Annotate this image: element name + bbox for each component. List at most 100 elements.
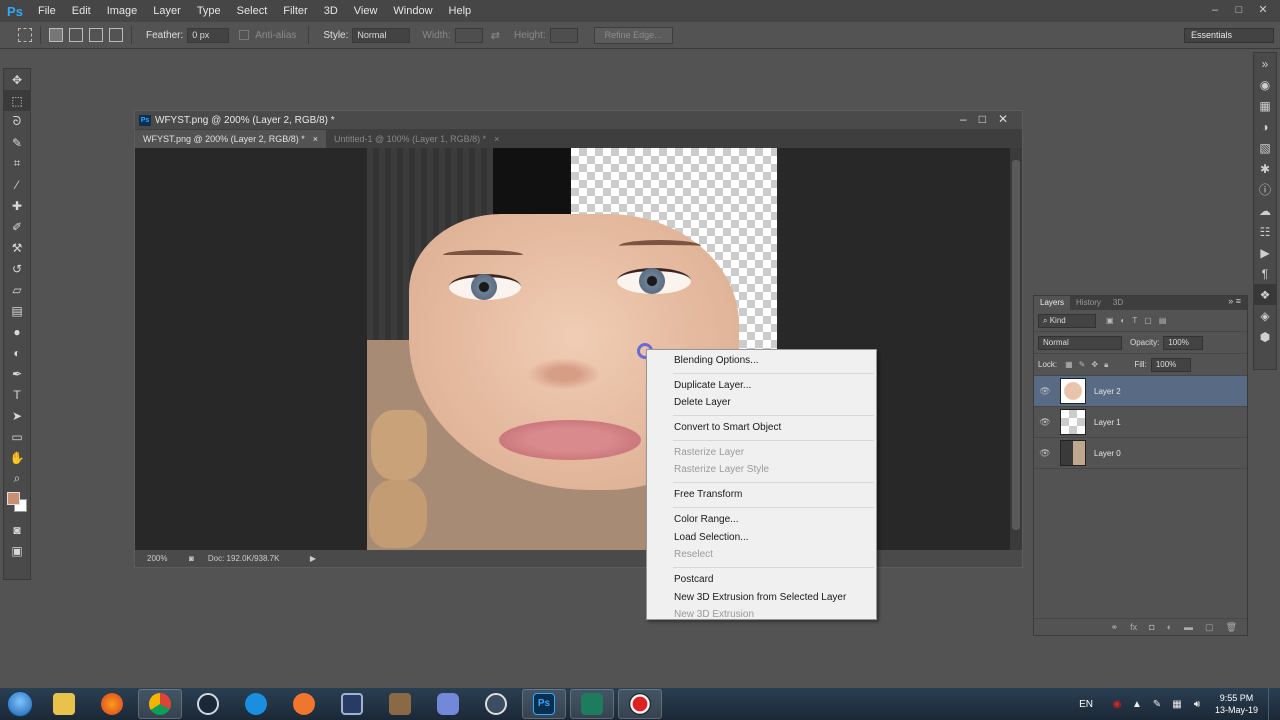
feather-input[interactable]: 0 px: [187, 27, 230, 43]
close-tab-icon[interactable]: ×: [494, 130, 499, 148]
start-button[interactable]: [0, 688, 40, 720]
healing-brush-tool-icon[interactable]: ✚: [4, 195, 30, 216]
menu-layer[interactable]: Layer: [145, 0, 189, 22]
subtract-selection-icon[interactable]: [89, 28, 103, 42]
zoom-tool-icon[interactable]: ⌕: [4, 468, 30, 489]
paragraph-panel-icon[interactable]: ¶: [1254, 263, 1276, 284]
taskbar-discord[interactable]: [426, 689, 470, 719]
menu-image[interactable]: Image: [99, 0, 146, 22]
move-tool-icon[interactable]: ✥: [4, 69, 30, 90]
minimize-button[interactable]: –: [1206, 3, 1224, 17]
menu-type[interactable]: Type: [189, 0, 229, 22]
taskbar-explorer[interactable]: [42, 689, 86, 719]
filter-type-icons[interactable]: ▣◐T▢▤: [1106, 316, 1173, 325]
menu-item-free-transform[interactable]: Free Transform: [647, 486, 876, 504]
antialias-checkbox[interactable]: [239, 30, 250, 40]
menu-item-postcard[interactable]: Postcard: [647, 571, 876, 589]
delete-layer-icon[interactable]: 🗑︎: [1226, 622, 1237, 633]
lasso-tool-icon[interactable]: ᘐ: [4, 111, 30, 132]
marquee-tool-icon[interactable]: ⬚: [4, 90, 30, 111]
dodge-tool-icon[interactable]: ◐: [4, 342, 30, 363]
tab-layers[interactable]: Layers: [1034, 296, 1071, 310]
menu-3d[interactable]: 3D: [316, 0, 346, 22]
properties-panel-icon[interactable]: ☷: [1254, 221, 1276, 242]
history-brush-tool-icon[interactable]: ↺: [4, 258, 30, 279]
swap-icon[interactable]: ⇄: [491, 29, 500, 42]
adjustment-layer-icon[interactable]: ◐: [1167, 622, 1172, 632]
marquee-preset-icon[interactable]: [18, 28, 32, 42]
swatches-panel-icon[interactable]: ▦: [1254, 95, 1276, 116]
opacity-input[interactable]: 100%: [1163, 335, 1204, 350]
tab-wfyst[interactable]: WFYST.png @ 200% (Layer 2, RGB/8) * ×: [135, 130, 326, 148]
tab-3d[interactable]: 3D: [1107, 296, 1129, 310]
show-desktop-button[interactable]: [1268, 688, 1280, 720]
new-layer-icon[interactable]: ▢: [1205, 622, 1214, 633]
workspace-select[interactable]: Essentials: [1184, 28, 1274, 43]
new-selection-icon[interactable]: [49, 28, 63, 42]
brush-tool-icon[interactable]: ✐: [4, 216, 30, 237]
menu-filter[interactable]: Filter: [275, 0, 315, 22]
taskbar-app-monitor[interactable]: [330, 689, 374, 719]
language-indicator[interactable]: EN: [1079, 699, 1093, 710]
menu-item-convert-smart-object[interactable]: Convert to Smart Object: [647, 419, 876, 437]
layer-row-layer-1[interactable]: 👁︎ Layer 1: [1034, 407, 1247, 438]
eyedropper-tool-icon[interactable]: ⁄: [4, 174, 30, 195]
doc-close-button[interactable]: ✕: [998, 112, 1008, 126]
taskbar-firefox[interactable]: [90, 689, 134, 719]
clock[interactable]: 9:55 PM 13-May-19: [1215, 692, 1258, 716]
taskbar-app-orange[interactable]: [282, 689, 326, 719]
style-select[interactable]: Normal: [352, 27, 411, 43]
status-info-icon[interactable]: ◙: [189, 554, 194, 563]
pen-tray-icon[interactable]: ✎: [1149, 699, 1165, 710]
type-tool-icon[interactable]: T: [4, 384, 30, 405]
doc-minimize-button[interactable]: –: [960, 112, 967, 126]
menu-view[interactable]: View: [346, 0, 386, 22]
volume-icon[interactable]: 🔊︎: [1189, 699, 1205, 710]
intersect-selection-icon[interactable]: [109, 28, 123, 42]
menu-select[interactable]: Select: [229, 0, 276, 22]
menu-window[interactable]: Window: [385, 0, 440, 22]
channels-panel-icon[interactable]: ◈: [1254, 305, 1276, 326]
taskbar-app-green[interactable]: [570, 689, 614, 719]
layer-style-icon[interactable]: fx: [1130, 622, 1137, 632]
visibility-eye-icon[interactable]: 👁︎: [1034, 417, 1056, 428]
width-input[interactable]: [454, 27, 483, 43]
status-arrow-icon[interactable]: ▶: [310, 554, 316, 563]
menu-edit[interactable]: Edit: [64, 0, 99, 22]
record-tray-icon[interactable]: ◉: [1109, 699, 1125, 710]
adjustments-panel-icon[interactable]: ◑: [1254, 116, 1276, 137]
menu-item-blending-options[interactable]: Blending Options...: [647, 352, 876, 370]
screen-mode-icon[interactable]: ▣: [4, 540, 30, 561]
taskbar-app-record[interactable]: [618, 689, 662, 719]
actions-panel-icon[interactable]: ▶: [1254, 242, 1276, 263]
tab-untitled-1[interactable]: Untitled-1 @ 100% (Layer 1, RGB/8) * ×: [326, 130, 507, 148]
tab-history[interactable]: History: [1070, 296, 1107, 310]
doc-maximize-button[interactable]: □: [979, 112, 986, 126]
maximize-button[interactable]: □: [1230, 3, 1248, 17]
height-input[interactable]: [549, 27, 578, 43]
vertical-scrollbar[interactable]: [1010, 148, 1022, 552]
taskbar-steam[interactable]: [186, 689, 230, 719]
document-titlebar[interactable]: Ps WFYST.png @ 200% (Layer 2, RGB/8) * –…: [135, 111, 1022, 129]
menu-file[interactable]: File: [30, 0, 64, 22]
taskbar-photoshop[interactable]: Ps: [522, 689, 566, 719]
close-button[interactable]: ✕: [1254, 3, 1272, 17]
add-selection-icon[interactable]: [69, 28, 83, 42]
visibility-eye-icon[interactable]: 👁︎: [1034, 448, 1056, 459]
visibility-eye-icon[interactable]: 👁︎: [1034, 386, 1056, 397]
3d-panel-icon[interactable]: ⬢: [1254, 326, 1276, 347]
taskbar-app-game[interactable]: [378, 689, 422, 719]
foreground-color-swatch[interactable]: [7, 492, 20, 505]
quick-mask-icon[interactable]: ◙: [4, 519, 30, 540]
taskbar-app-headset[interactable]: [474, 689, 518, 719]
zoom-level[interactable]: 200%: [147, 554, 183, 563]
new-group-icon[interactable]: ▬: [1184, 622, 1193, 632]
brush-panel-icon[interactable]: ✱: [1254, 158, 1276, 179]
path-select-tool-icon[interactable]: ➤: [4, 405, 30, 426]
layer-row-layer-2[interactable]: 👁︎ Layer 2: [1034, 376, 1247, 407]
shape-tool-icon[interactable]: ▭: [4, 426, 30, 447]
refine-edge-button[interactable]: Refine Edge...: [593, 26, 673, 44]
menu-item-color-range[interactable]: Color Range...: [647, 511, 876, 529]
scrollbar-thumb[interactable]: [1012, 160, 1020, 530]
filter-kind-select[interactable]: ⌕ Kind: [1038, 313, 1096, 328]
